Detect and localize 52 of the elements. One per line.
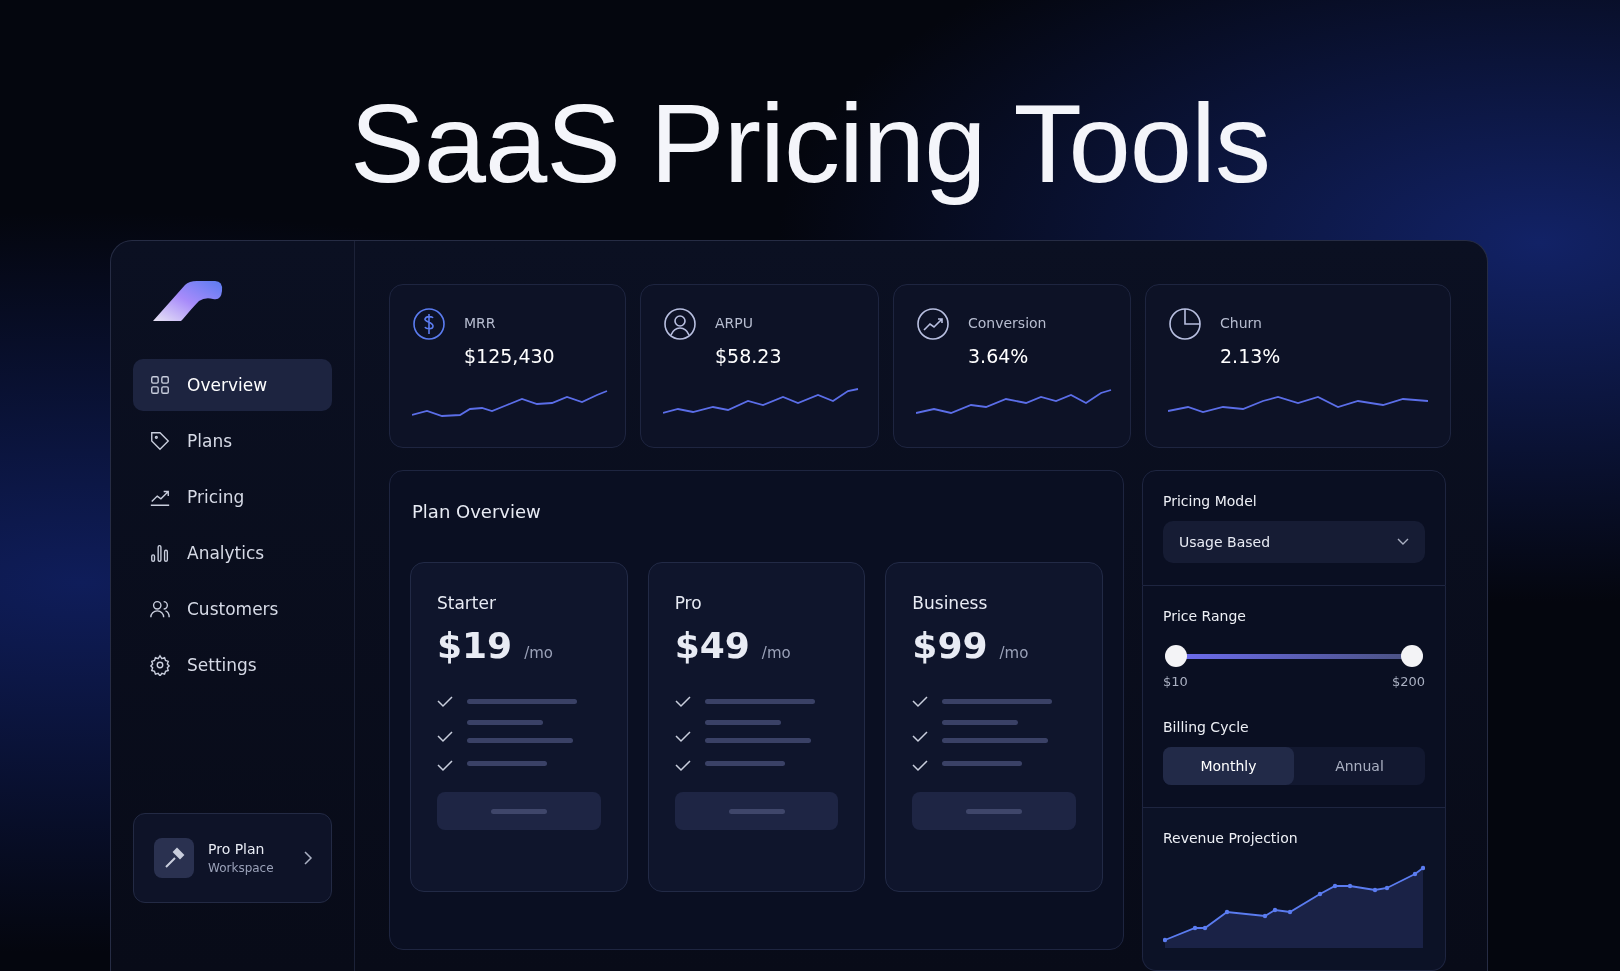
user-icon	[663, 307, 697, 341]
stat-label: Conversion	[968, 315, 1047, 331]
stat-value: $125,430	[464, 345, 555, 367]
price-period: /mo	[999, 644, 1029, 662]
pricing-model-dropdown[interactable]: Usage Based	[1163, 521, 1425, 563]
plan-price: $19	[437, 625, 513, 666]
field-label: Pricing Model	[1163, 493, 1258, 509]
clock-icon	[1168, 307, 1202, 341]
plan-name: Business	[912, 593, 989, 613]
nav-item[interactable]: Analytics	[133, 527, 332, 579]
plan-price: $99	[912, 625, 988, 666]
stat-value: 3.64%	[968, 345, 1030, 367]
billing-option[interactable]: Monthly	[1163, 747, 1294, 785]
chevron-down-icon	[1397, 538, 1409, 546]
stat-value: $58.23	[715, 345, 782, 367]
plan-name: Pro	[674, 593, 703, 613]
plan-name: Starter	[437, 593, 497, 613]
nav-item[interactable]: Customers	[133, 583, 332, 635]
nav-item[interactable]: Settings	[133, 639, 332, 691]
nav-item[interactable]: Plans	[133, 415, 332, 467]
tag-icon	[149, 430, 171, 452]
bar-chart-icon	[149, 542, 171, 564]
account-subtitle: Workspace	[208, 861, 275, 875]
plan-button[interactable]	[437, 792, 601, 830]
range-min: $10	[1163, 674, 1188, 689]
chevron-right-icon	[303, 851, 313, 865]
stat-value: 2.13%	[1220, 345, 1281, 367]
price-period: /mo	[761, 644, 791, 662]
dollar-icon	[412, 307, 446, 341]
stat-label: Churn	[1220, 315, 1263, 331]
panel-title: Plan Overview	[412, 501, 542, 522]
field-label: Price Range	[1163, 608, 1247, 624]
plan-button[interactable]	[912, 792, 1076, 830]
logo-icon	[153, 281, 223, 321]
settings-icon	[149, 654, 171, 676]
stat-label: ARPU	[715, 315, 754, 331]
stat-label: MRR	[464, 315, 497, 331]
nav-item[interactable]: Overview	[133, 359, 332, 411]
plan-price: $49	[674, 625, 750, 666]
panel-title: Revenue Projection	[1163, 830, 1299, 846]
plan-button[interactable]	[674, 792, 839, 830]
account-card[interactable]: Pro Plan Workspace	[133, 813, 332, 903]
trend-icon	[916, 307, 950, 341]
billing-option[interactable]: Annual	[1294, 747, 1425, 785]
range-max: $200	[1391, 674, 1425, 689]
account-name: Pro Plan	[208, 841, 266, 857]
headline: SaaS Pricing Tools	[350, 88, 1270, 208]
users-icon	[149, 598, 171, 620]
field-label: Billing Cycle	[1163, 719, 1250, 735]
price-period: /mo	[524, 644, 553, 662]
grid-icon	[149, 374, 171, 396]
nav-item[interactable]: Pricing	[133, 471, 332, 523]
